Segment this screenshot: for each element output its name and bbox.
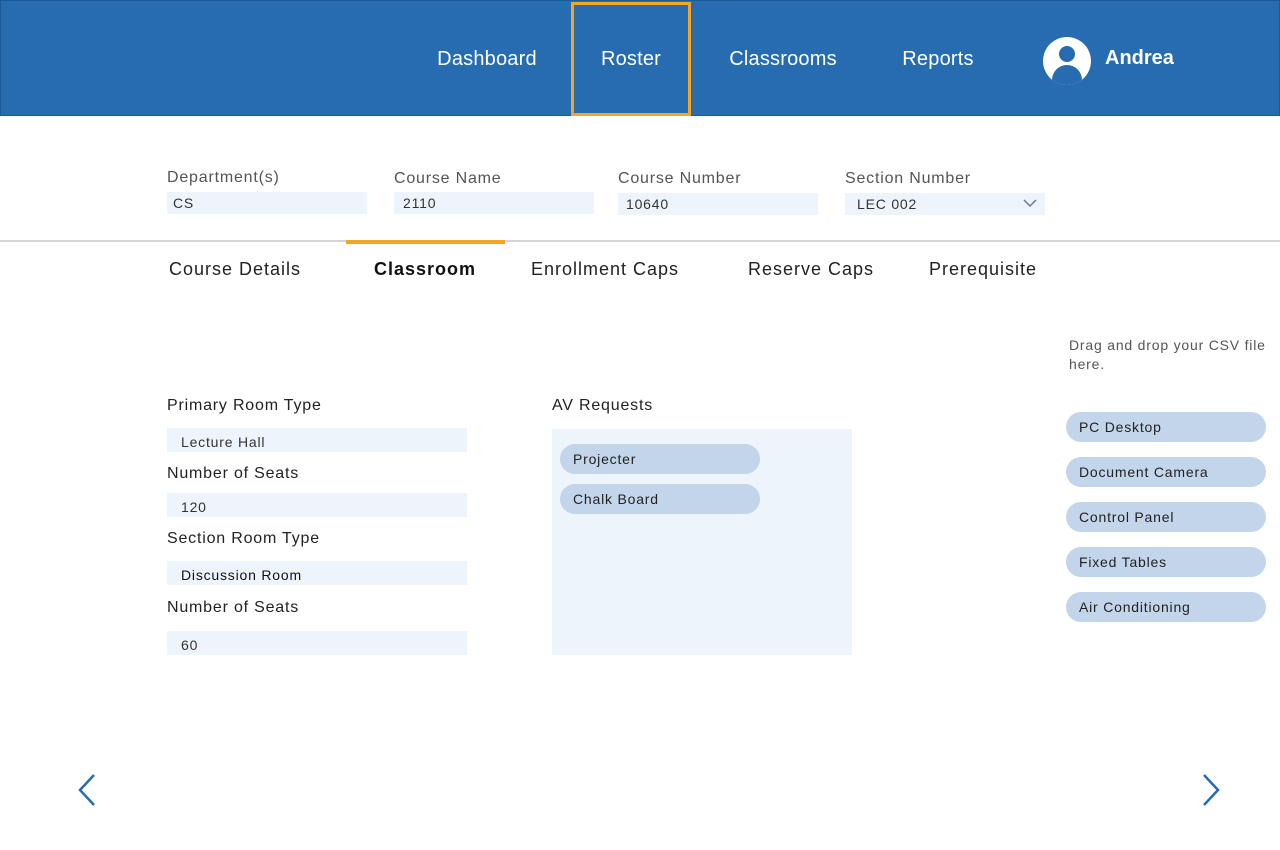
- av-request-projecter[interactable]: Projecter: [560, 444, 760, 474]
- course-number-field[interactable]: 10640: [618, 193, 818, 215]
- av-option-air-conditioning[interactable]: Air Conditioning: [1066, 592, 1266, 622]
- top-navigation-bar: Dashboard Roster Classrooms Reports Andr…: [0, 0, 1280, 116]
- course-name-label: Course Name: [394, 170, 502, 187]
- av-option-document-camera[interactable]: Document Camera: [1066, 457, 1266, 487]
- tab-classroom[interactable]: Classroom: [374, 259, 476, 280]
- department-label: Department(s): [167, 169, 280, 186]
- chevron-right-icon[interactable]: [1198, 772, 1222, 808]
- nav-dashboard[interactable]: Dashboard: [421, 1, 553, 117]
- avatar-body-shape: [1052, 65, 1082, 85]
- section-room-type-label: Section Room Type: [167, 530, 320, 547]
- nav-reports[interactable]: Reports: [887, 1, 989, 117]
- course-name-field[interactable]: 2110: [394, 192, 594, 214]
- csv-drop-hint: Drag and drop your CSV file here.: [1069, 337, 1266, 372]
- avatar-head-shape: [1059, 46, 1075, 62]
- av-request-chalk-board[interactable]: Chalk Board: [560, 484, 760, 514]
- section-number-label: Section Number: [845, 170, 971, 187]
- tab-course-details[interactable]: Course Details: [169, 259, 301, 280]
- primary-seats-field[interactable]: 120: [167, 493, 467, 517]
- section-room-type-field[interactable]: Discussion Room: [167, 561, 467, 585]
- av-requests-label: AV Requests: [552, 397, 653, 414]
- nav-roster[interactable]: Roster: [571, 2, 691, 116]
- section-seats-field[interactable]: 60: [167, 631, 467, 655]
- chevron-down-icon[interactable]: [1023, 196, 1037, 210]
- tab-reserve-caps[interactable]: Reserve Caps: [748, 259, 874, 280]
- primary-room-type-label: Primary Room Type: [167, 397, 322, 414]
- user-avatar-icon[interactable]: [1043, 37, 1091, 85]
- primary-seats-label: Number of Seats: [167, 465, 300, 482]
- active-tab-indicator: [346, 240, 505, 244]
- section-number-select[interactable]: LEC 002: [845, 193, 1045, 215]
- department-field[interactable]: CS: [167, 192, 367, 214]
- tab-prerequisite[interactable]: Prerequisite: [929, 259, 1037, 280]
- av-option-pc-desktop[interactable]: PC Desktop: [1066, 412, 1266, 442]
- section-number-value: LEC 002: [857, 196, 918, 212]
- primary-room-type-field[interactable]: Lecture Hall: [167, 428, 467, 452]
- av-option-control-panel[interactable]: Control Panel: [1066, 502, 1266, 532]
- user-name[interactable]: Andrea: [1105, 47, 1174, 70]
- tabs-divider: [0, 240, 1280, 242]
- nav-classrooms[interactable]: Classrooms: [717, 1, 849, 117]
- tab-enrollment-caps[interactable]: Enrollment Caps: [531, 259, 679, 280]
- av-option-fixed-tables[interactable]: Fixed Tables: [1066, 547, 1266, 577]
- chevron-left-icon[interactable]: [76, 772, 100, 808]
- section-seats-label: Number of Seats: [167, 599, 300, 616]
- course-number-label: Course Number: [618, 170, 742, 187]
